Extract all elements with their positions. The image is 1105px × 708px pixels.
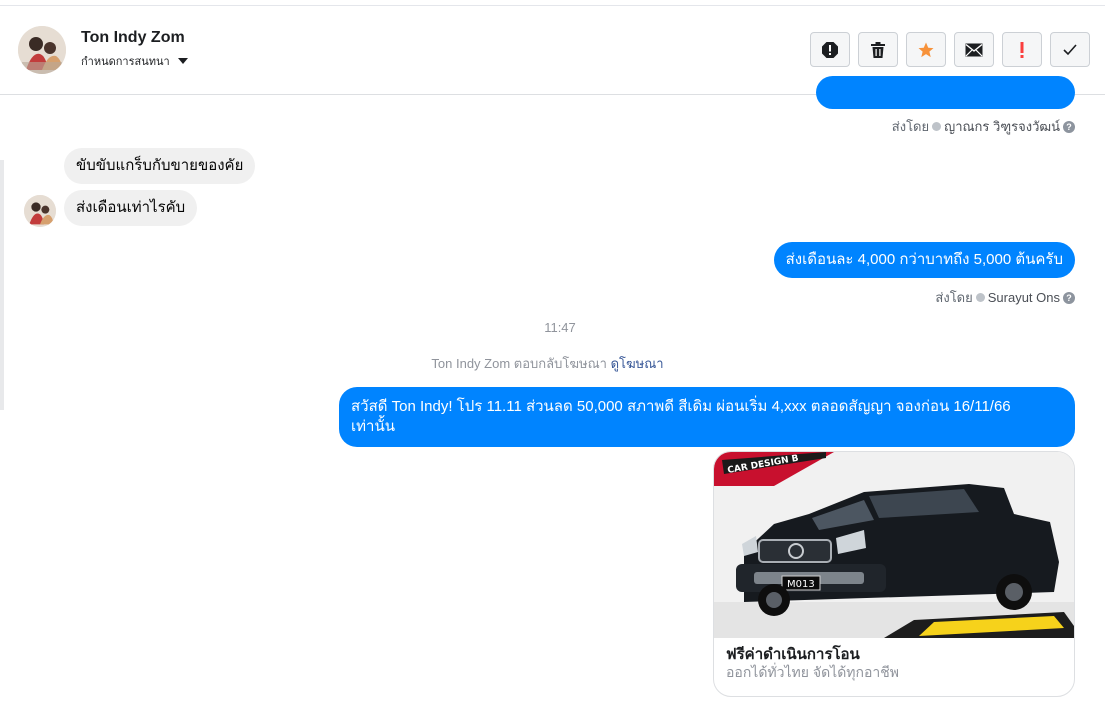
- contact-name: Ton Indy Zom: [81, 29, 185, 46]
- message-text-line: เท่านั้น: [351, 418, 395, 435]
- star-button[interactable]: [906, 32, 946, 67]
- message-timestamp: 11:47: [544, 320, 576, 335]
- conversation-settings-label: กำหนดการสนทนา: [81, 56, 170, 68]
- window-top-border: [0, 0, 1105, 6]
- message-text: ขับขับแกร็บกับขายของคัย: [76, 157, 244, 174]
- message-bubble-incoming: ขับขับแกร็บกับขายของคัย: [64, 148, 256, 184]
- mark-done-button[interactable]: [1050, 32, 1090, 67]
- message-bubble-incoming: ส่งเดือนเท่าไรคับ: [64, 190, 198, 226]
- message-bubble-outgoing: [816, 76, 1075, 109]
- view-ad-link[interactable]: ดูโฆษณา: [611, 356, 664, 371]
- help-icon[interactable]: ?: [1063, 291, 1075, 304]
- trash-icon: [871, 41, 885, 58]
- sent-by-label: ส่งโดย: [935, 290, 973, 305]
- sent-by-line: ส่งโดย ญาณกร วิฑูรจงวัฒน์ ?: [892, 116, 1075, 137]
- chevron-down-icon: [177, 58, 188, 64]
- ad-card-subtitle: ออกได้ทั่วไทย จัดได้ทุกอาชีพ: [726, 664, 900, 680]
- sender-name[interactable]: ญาณกร วิฑูรจงวัฒน์: [944, 116, 1060, 137]
- license-plate: M013: [787, 579, 815, 590]
- sender-name[interactable]: Surayut Ons: [988, 290, 1060, 305]
- verified-icon: [975, 293, 985, 302]
- sent-by-label: ส่งโดย: [891, 119, 930, 134]
- ad-reply-text: Ton Indy Zom ตอบกลับโฆษณา: [431, 356, 607, 371]
- exclamation-icon: [1020, 41, 1024, 58]
- conversation-toolbar: [810, 32, 1090, 67]
- ad-card-image: CAR DESIGN B M013: [714, 452, 1074, 638]
- checkmark-icon: [1063, 43, 1077, 55]
- mark-unread-button[interactable]: [954, 32, 994, 67]
- contact-avatar-small[interactable]: [24, 195, 56, 227]
- message-text: ส่งเดือนละ 4,000 กว่าบาทถึง 5,000 ต้นครั…: [785, 251, 1063, 268]
- star-icon: [918, 42, 934, 57]
- message-bubble-outgoing: ส่งเดือนละ 4,000 กว่าบาทถึง 5,000 ต้นครั…: [773, 242, 1075, 278]
- ad-reply-notice: Ton Indy Zom ตอบกลับโฆษณา ดูโฆษณา: [0, 353, 1095, 374]
- spam-icon: [822, 41, 838, 58]
- help-icon[interactable]: ?: [1063, 120, 1075, 133]
- envelope-icon: [965, 43, 983, 56]
- verified-icon: [932, 122, 942, 131]
- conversation-settings-dropdown[interactable]: กำหนดการสนทนา: [81, 52, 188, 70]
- message-bubble-outgoing: สวัสดี Ton Indy! โปร 11.11 ส่วนลด 50,000…: [339, 387, 1075, 447]
- delete-button[interactable]: [858, 32, 898, 67]
- sent-by-line: ส่งโดย Surayut Ons ?: [935, 287, 1075, 308]
- message-text: ส่งเดือนเท่าไรคับ: [76, 199, 186, 216]
- contact-avatar[interactable]: [18, 26, 66, 74]
- mark-priority-button[interactable]: [1002, 32, 1042, 67]
- message-text-line: สวัสดี Ton Indy! โปร 11.11 ส่วนลด 50,000…: [351, 398, 1011, 415]
- ad-card[interactable]: CAR DESIGN B M013 ฟรีค่าดำเนินการโอน ออก…: [713, 451, 1075, 697]
- mark-spam-button[interactable]: [810, 32, 850, 67]
